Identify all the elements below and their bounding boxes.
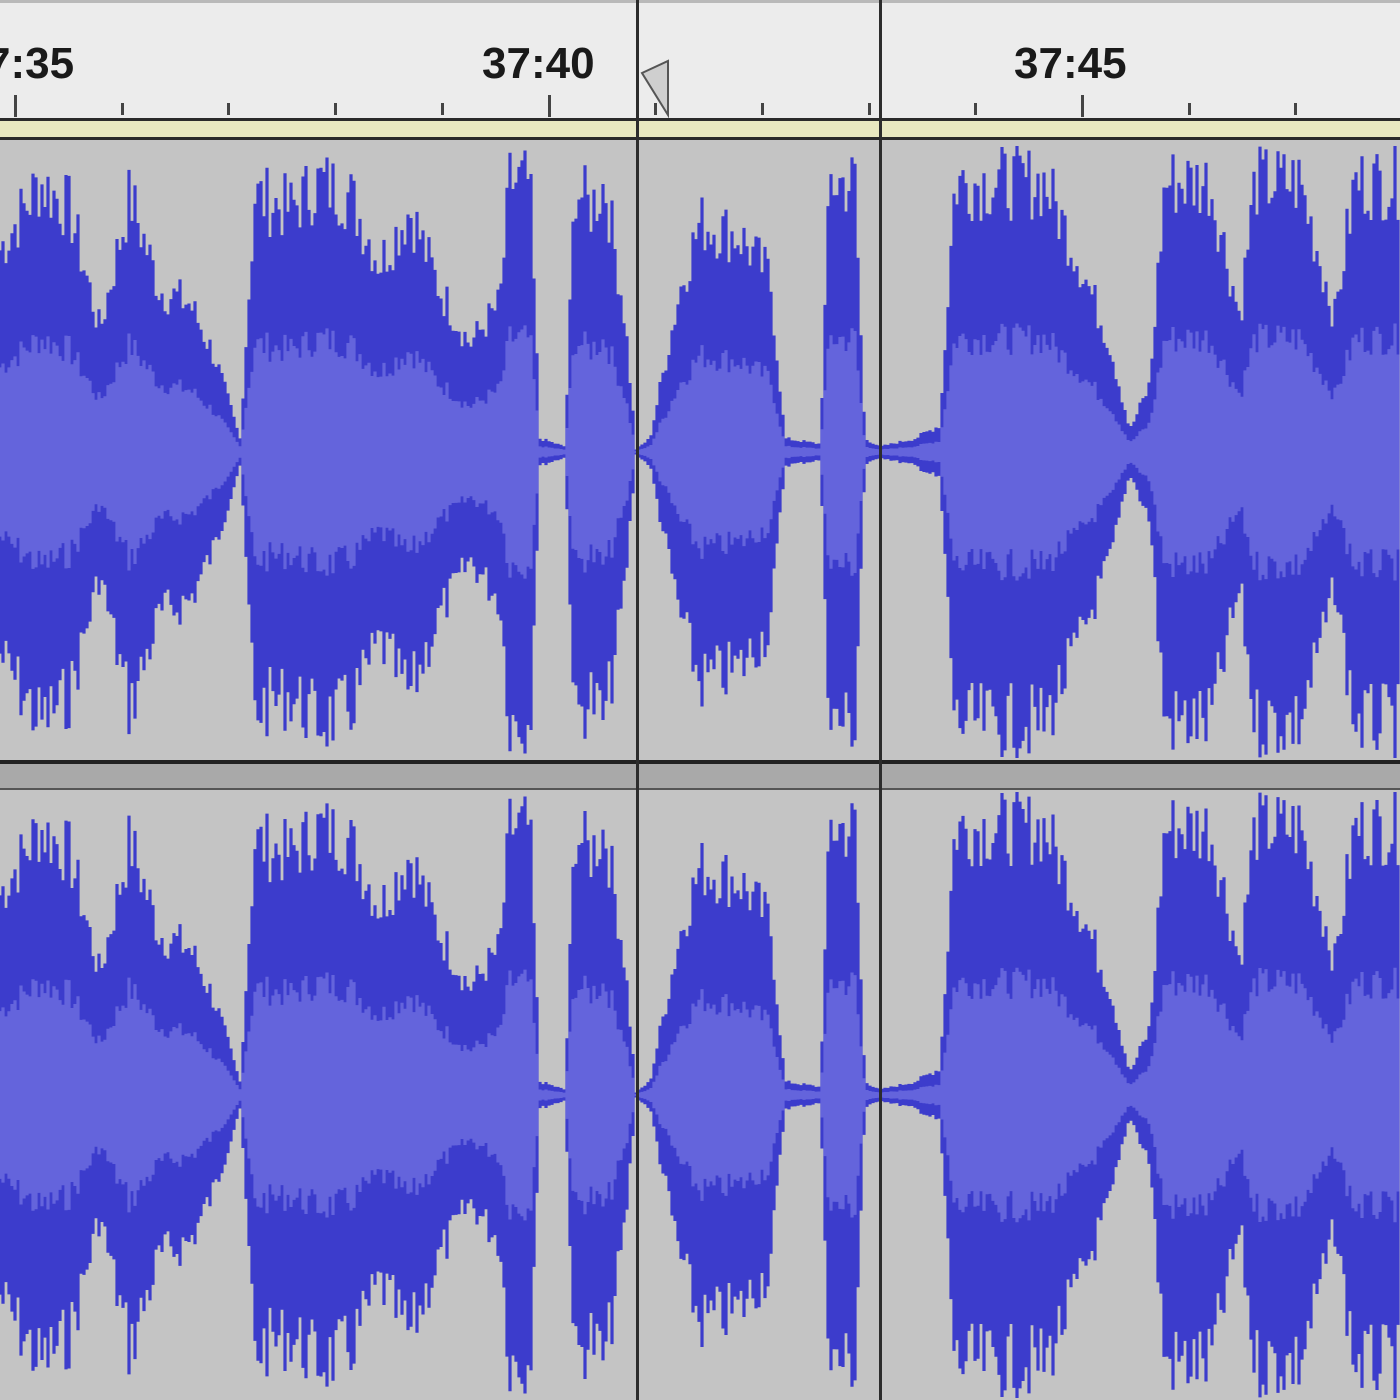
audio-editor: 7:35 37:40 37:45 (0, 0, 1400, 1400)
selection-strip[interactable] (0, 118, 1400, 140)
waveform-right (0, 792, 1400, 1398)
track-divider[interactable] (0, 760, 1400, 790)
timeline-ruler[interactable]: 7:35 37:40 37:45 (0, 0, 1400, 121)
playhead-triangle-icon[interactable] (0, 3, 1400, 121)
clip-boundary-line[interactable] (879, 0, 882, 1400)
playhead-cursor-line[interactable] (636, 0, 639, 1400)
waveform-track-right[interactable] (0, 790, 1400, 1400)
waveform-left (0, 146, 1400, 758)
waveform-track-left[interactable] (0, 144, 1400, 760)
